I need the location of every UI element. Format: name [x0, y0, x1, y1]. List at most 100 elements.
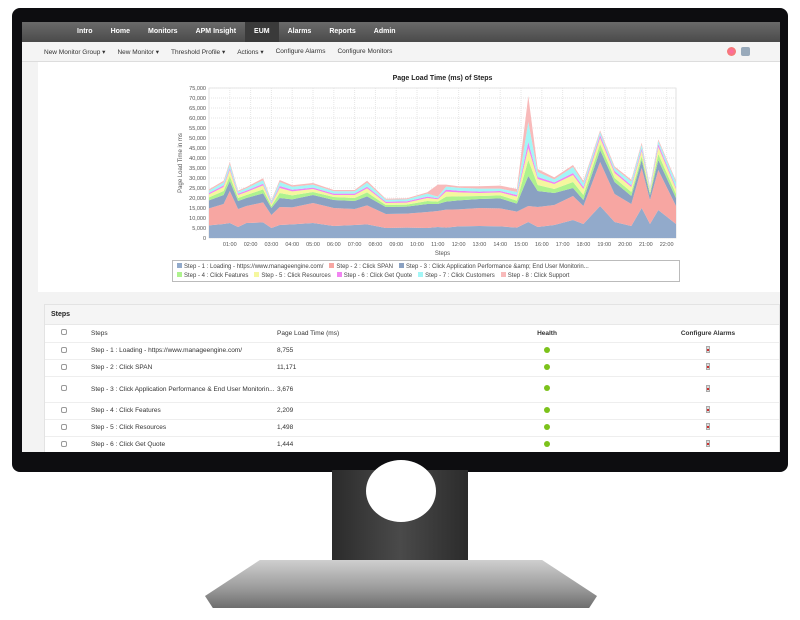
row-checkbox[interactable]	[61, 424, 67, 430]
legend-item[interactable]: Step - 4 : Click Features	[177, 273, 248, 279]
legend-item[interactable]: Step - 8 : Click Support	[501, 273, 570, 279]
configure-alarm-icon[interactable]	[706, 385, 710, 392]
legend-item[interactable]: Step - 6 : Click Get Quote	[337, 273, 412, 279]
legend-item[interactable]: Step - 3 : Click Application Performance…	[399, 264, 589, 270]
sub-toolbar: New Monitor Group ▾ New Monitor ▾ Threshol…	[22, 42, 780, 62]
legend-swatch	[177, 272, 182, 277]
y-tick-label: 0	[203, 236, 206, 242]
x-tick-label: 05:00	[306, 242, 320, 248]
legend-swatch	[254, 272, 259, 277]
toolbar-item-2[interactable]: Threshold Profile ▾	[171, 48, 225, 56]
table-row[interactable]: Step - 2 : Click SPAN 11,171	[45, 359, 779, 376]
legend-label: Step - 4 : Click Features	[184, 273, 248, 279]
configure-alarm-icon[interactable]	[706, 423, 710, 430]
nav-item-apm-insight[interactable]: APM Insight	[187, 22, 245, 42]
legend-label: Step - 2 : Click SPAN	[336, 264, 393, 270]
step-name[interactable]: Step - 4 : Click Features	[91, 402, 277, 419]
toolbar-item-5[interactable]: Configure Monitors	[337, 48, 392, 55]
x-tick-label: 04:00	[285, 242, 299, 248]
x-tick-label: 06:00	[327, 242, 341, 248]
row-checkbox[interactable]	[61, 407, 67, 413]
step-name[interactable]: Step - 5 : Click Resources	[91, 419, 277, 436]
y-tick-label: 45,000	[189, 146, 206, 152]
legend-item[interactable]: Step - 2 : Click SPAN	[329, 264, 393, 270]
page-load-time: 3,676	[277, 376, 457, 402]
page-load-chart: 05,00010,00015,00020,00025,00030,00035,0…	[170, 70, 690, 260]
row-checkbox[interactable]	[61, 385, 67, 391]
page-load-time: 11,171	[277, 359, 457, 376]
table-row[interactable]: Step - 5 : Click Resources 1,498	[45, 419, 779, 436]
row-checkbox[interactable]	[61, 347, 67, 353]
y-tick-label: 50,000	[189, 136, 206, 142]
health-status-icon	[544, 385, 550, 391]
x-tick-label: 13:00	[473, 242, 487, 248]
table-row[interactable]: Step - 6 : Click Get Quote 1,444	[45, 436, 779, 452]
select-all-checkbox[interactable]	[61, 329, 67, 335]
table-header: Steps Page Load Time (ms) Health Configu…	[45, 325, 779, 342]
x-tick-label: 12:00	[452, 242, 466, 248]
x-tick-label: 09:00	[389, 242, 403, 248]
col-steps: Steps	[91, 325, 277, 342]
y-tick-label: 25,000	[189, 186, 206, 192]
legend-label: Step - 3 : Click Application Performance…	[406, 264, 589, 270]
col-health: Health	[457, 325, 637, 342]
legend-label: Step - 5 : Click Resources	[261, 273, 330, 279]
row-checkbox[interactable]	[61, 441, 67, 447]
step-name[interactable]: Step - 3 : Click Application Performance…	[91, 376, 277, 402]
step-name[interactable]: Step - 6 : Click Get Quote	[91, 436, 277, 452]
y-tick-label: 75,000	[189, 86, 206, 92]
steps-panel-title: Steps	[45, 305, 779, 325]
configure-alarm-icon[interactable]	[706, 346, 710, 353]
x-tick-label: 21:00	[639, 242, 653, 248]
health-status-icon	[544, 347, 550, 353]
x-tick-label: 17:00	[556, 242, 570, 248]
health-status-icon	[544, 364, 550, 370]
legend-item[interactable]: Step - 7 : Click Customers	[418, 273, 495, 279]
row-checkbox[interactable]	[61, 364, 67, 370]
x-tick-label: 16:00	[535, 242, 549, 248]
table-row[interactable]: Step - 3 : Click Application Performance…	[45, 376, 779, 402]
nav-item-intro[interactable]: Intro	[68, 22, 102, 42]
nav-item-home[interactable]: Home	[102, 22, 139, 42]
table-row[interactable]: Step - 4 : Click Features 2,209	[45, 402, 779, 419]
main-nav: IntroHomeMonitorsAPM InsightEUMAlarmsRep…	[22, 22, 780, 42]
x-tick-label: 03:00	[265, 242, 279, 248]
nav-item-eum[interactable]: EUM	[245, 22, 279, 42]
table-row[interactable]: Step - 1 : Loading - https://www.managee…	[45, 342, 779, 359]
toolbar-item-3[interactable]: Actions ▾	[237, 48, 263, 56]
legend-swatch	[329, 263, 334, 268]
legend-label: Step - 6 : Click Get Quote	[344, 273, 412, 279]
y-tick-label: 65,000	[189, 106, 206, 112]
print-icon[interactable]	[741, 47, 750, 56]
y-tick-label: 55,000	[189, 126, 206, 132]
step-name[interactable]: Step - 2 : Click SPAN	[91, 359, 277, 376]
x-tick-label: 22:00	[660, 242, 674, 248]
nav-item-reports[interactable]: Reports	[320, 22, 364, 42]
toolbar-item-4[interactable]: Configure Alarms	[276, 48, 326, 55]
configure-alarm-icon[interactable]	[706, 363, 710, 370]
legend-item[interactable]: Step - 5 : Click Resources	[254, 273, 330, 279]
legend-item[interactable]: Step - 1 : Loading - https://www.managee…	[177, 264, 323, 270]
toolbar-item-1[interactable]: New Monitor ▾	[117, 48, 159, 56]
configure-alarm-icon[interactable]	[706, 406, 710, 413]
steps-table: Steps Page Load Time (ms) Health Configu…	[45, 325, 779, 452]
y-tick-label: 10,000	[189, 216, 206, 222]
legend-swatch	[501, 272, 506, 277]
toolbar-item-0[interactable]: New Monitor Group ▾	[44, 48, 105, 56]
y-tick-label: 35,000	[189, 166, 206, 172]
nav-item-alarms[interactable]: Alarms	[279, 22, 321, 42]
configure-alarm-icon[interactable]	[706, 440, 710, 447]
nav-item-monitors[interactable]: Monitors	[139, 22, 187, 42]
x-tick-label: 14:00	[493, 242, 507, 248]
x-tick-label: 20:00	[618, 242, 632, 248]
y-tick-label: 40,000	[189, 156, 206, 162]
monitor-stand-base	[205, 560, 597, 608]
x-tick-label: 07:00	[348, 242, 362, 248]
chart-icon[interactable]	[727, 47, 736, 56]
legend-label: Step - 1 : Loading - https://www.managee…	[184, 264, 323, 270]
x-tick-label: 15:00	[514, 242, 528, 248]
chart-title: Page Load Time (ms) of Steps	[393, 75, 493, 82]
nav-item-admin[interactable]: Admin	[365, 22, 405, 42]
step-name[interactable]: Step - 1 : Loading - https://www.managee…	[91, 342, 277, 359]
x-tick-label: 08:00	[369, 242, 383, 248]
